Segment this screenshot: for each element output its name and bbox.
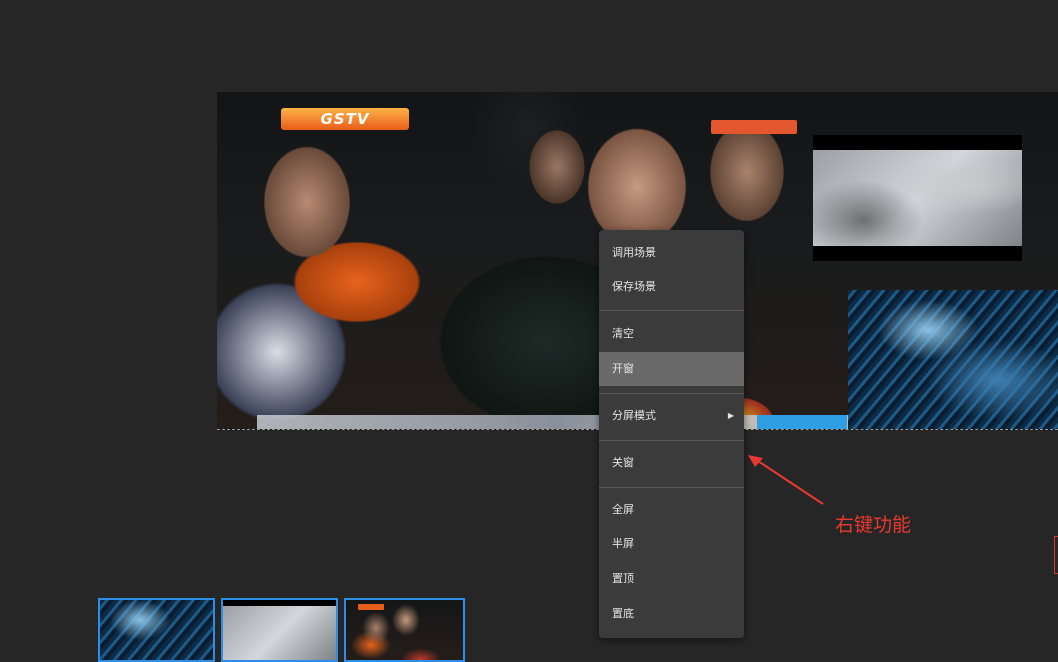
menu-item-send-to-bottom[interactable]: 置底 [599, 597, 744, 631]
gstv-logo: GSTV [281, 108, 409, 130]
thumbnail-snow-content [223, 606, 336, 660]
menu-item-bring-to-top[interactable]: 置顶 [599, 562, 744, 596]
menu-separator [599, 393, 744, 394]
snow-video-window[interactable] [813, 135, 1022, 261]
menu-separator [599, 440, 744, 441]
annotation-arrow-icon [748, 455, 824, 505]
thumbnail-snow[interactable] [221, 598, 338, 662]
context-menu: 调用场景 保存场景 清空 开窗 分屏模式 ▶ 关窗 全屏 半屏 置顶 置底 [599, 230, 744, 638]
menu-item-fullscreen[interactable]: 全屏 [599, 493, 744, 527]
menu-item-split-mode[interactable]: 分屏模式 ▶ [599, 399, 744, 433]
menu-item-load-scene[interactable]: 调用场景 [599, 236, 744, 270]
thumbnail-water[interactable] [98, 598, 215, 662]
menu-item-clear[interactable]: 清空 [599, 317, 744, 351]
triangle-right-icon: ▶ [727, 411, 734, 420]
menu-separator [599, 487, 744, 488]
menu-item-save-scene[interactable]: 保存场景 [599, 270, 744, 304]
annotation-edge-mark [1054, 536, 1058, 574]
annotation-label: 右键功能 [835, 514, 912, 536]
snow-video-content [813, 150, 1022, 246]
menu-item-open-window[interactable]: 开窗 [599, 352, 744, 386]
thumbnail-people[interactable] [344, 598, 465, 662]
menu-item-half-screen[interactable]: 半屏 [599, 527, 744, 561]
menu-item-close-window[interactable]: 关窗 [599, 446, 744, 480]
menu-item-split-mode-label: 分屏模式 [612, 409, 656, 422]
water-video-window[interactable] [848, 290, 1058, 429]
thumbnail-logo [358, 604, 384, 610]
broadcast-tag [711, 120, 797, 134]
menu-separator [599, 310, 744, 311]
ticker-highlight [757, 415, 847, 429]
